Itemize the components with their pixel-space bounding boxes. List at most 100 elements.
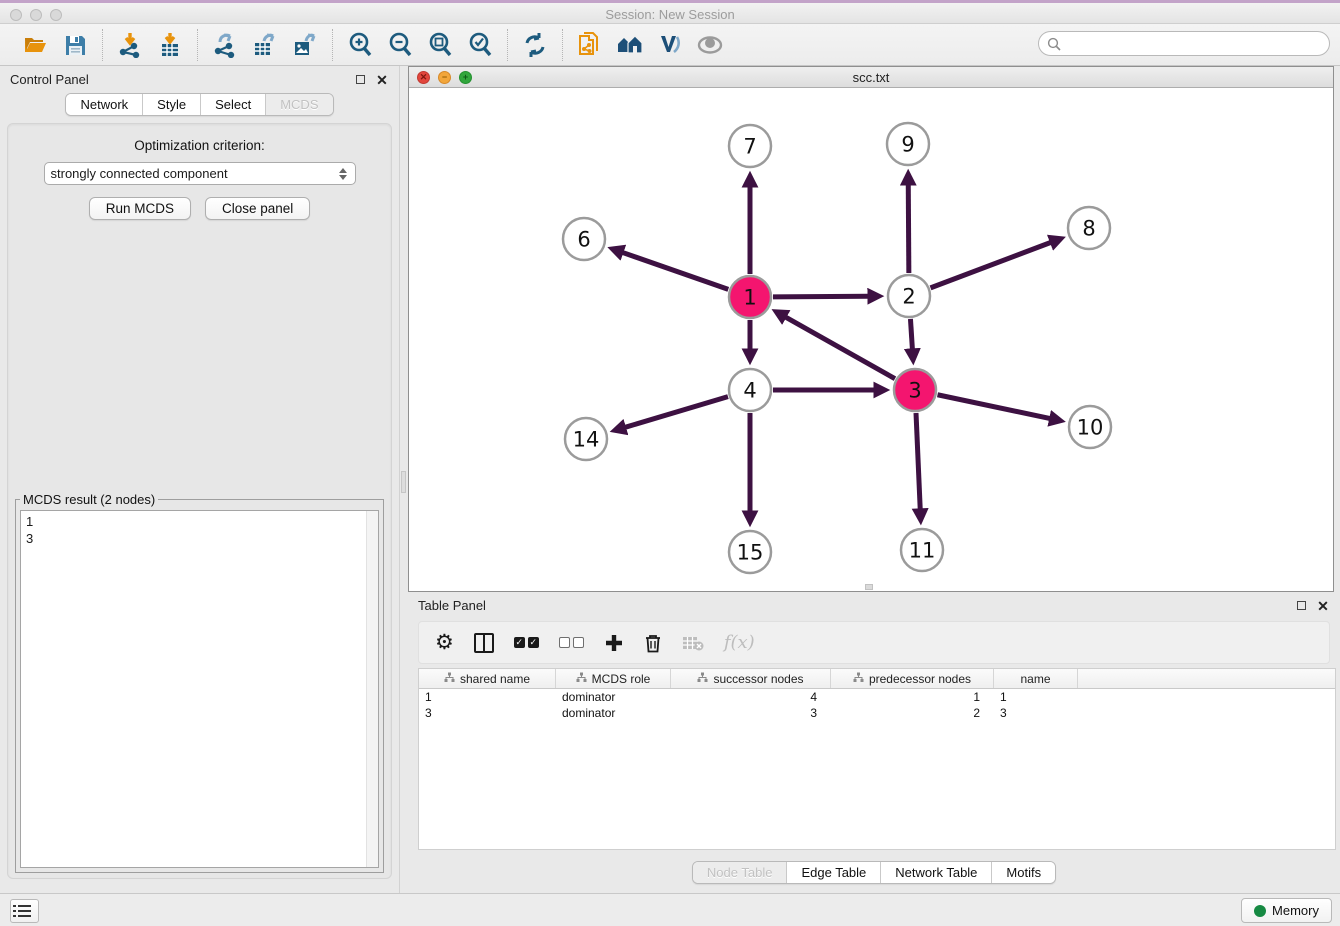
import-network-icon	[117, 32, 143, 58]
table-row-0[interactable]: 1dominator411	[419, 689, 1335, 705]
splitter-handle[interactable]	[865, 584, 873, 590]
panel-splitter[interactable]	[400, 66, 408, 893]
eye-button[interactable]	[693, 29, 727, 61]
export-image-button[interactable]	[288, 29, 322, 61]
import-network-button[interactable]	[113, 29, 147, 61]
zoom-in-icon	[347, 32, 373, 58]
tab-style[interactable]: Style	[143, 94, 201, 115]
open-folder-icon	[22, 32, 48, 58]
close-panel-button2[interactable]: Close panel	[205, 197, 310, 220]
function-builder-button[interactable]: f(x)	[724, 630, 755, 656]
splitter-grip[interactable]	[401, 471, 406, 493]
tab-network-table[interactable]: Network Table	[881, 862, 992, 883]
memory-button[interactable]: Memory	[1241, 898, 1332, 923]
node-table[interactable]: shared nameMCDS rolesuccessor nodesprede…	[418, 668, 1336, 850]
node-label-4: 4	[743, 378, 756, 402]
column-header-successor-nodes[interactable]: successor nodes	[671, 669, 831, 688]
checked-box-icon: ✓	[514, 637, 525, 648]
zoom-fit-button[interactable]	[423, 29, 457, 61]
control-panel-title: Control Panel	[10, 72, 89, 87]
dropdown-stepper-icon	[339, 168, 349, 180]
edge-1-6[interactable]	[622, 252, 729, 289]
edge-1-2[interactable]	[773, 296, 869, 297]
column-selector-button[interactable]	[474, 630, 494, 656]
optimization-criterion-select[interactable]: strongly connected component	[44, 162, 356, 185]
table-row-1[interactable]: 3dominator323	[419, 705, 1335, 721]
node-label-2: 2	[902, 284, 915, 308]
zoom-in-button[interactable]	[343, 29, 377, 61]
tab-edge-table[interactable]: Edge Table	[787, 862, 881, 883]
vizmapper-button[interactable]	[653, 29, 687, 61]
column-header-MCDS-role[interactable]: MCDS role	[556, 669, 671, 688]
cell-successor-nodes[interactable]: 4	[671, 689, 831, 705]
select-all-button[interactable]: ✓ ✓	[514, 630, 539, 656]
search-box[interactable]	[1038, 31, 1330, 56]
task-history-button[interactable]	[10, 899, 39, 923]
cell-predecessor-nodes[interactable]: 2	[831, 705, 994, 721]
new-network-from-selection-icon	[577, 32, 603, 58]
delete-column-button[interactable]	[644, 630, 662, 656]
status-bar: Memory	[0, 893, 1340, 926]
tab-mcds[interactable]: MCDS	[266, 94, 332, 115]
open-file-button[interactable]	[18, 29, 52, 61]
network-graph[interactable]: 7968124314101511	[409, 88, 1333, 591]
edge-2-8[interactable]	[931, 242, 1052, 288]
column-header-name[interactable]: name	[994, 669, 1078, 688]
edge-2-9[interactable]	[908, 184, 909, 273]
zoom-selected-button[interactable]	[463, 29, 497, 61]
result-scrollbar[interactable]	[366, 511, 378, 867]
cell-MCDS-role[interactable]: dominator	[556, 705, 671, 721]
delete-table-button[interactable]	[682, 630, 704, 656]
cell-shared-name[interactable]: 1	[419, 689, 556, 705]
save-session-button[interactable]	[58, 29, 92, 61]
network-window-titlebar[interactable]: ✕ − + scc.txt	[409, 67, 1333, 88]
cell-predecessor-nodes[interactable]: 1	[831, 689, 994, 705]
import-table-button[interactable]	[153, 29, 187, 61]
import-table-icon	[157, 32, 183, 58]
close-panel-button[interactable]: ✕	[375, 73, 389, 87]
node-label-14: 14	[573, 427, 600, 451]
zoom-out-icon	[387, 32, 413, 58]
add-column-button[interactable]	[604, 630, 624, 656]
table-panel-tabs: Node TableEdge TableNetwork TableMotifs	[692, 861, 1056, 884]
network-canvas[interactable]: 7968124314101511	[409, 88, 1333, 591]
node-label-15: 15	[737, 540, 764, 564]
tab-motifs[interactable]: Motifs	[992, 862, 1055, 883]
run-mcds-button[interactable]: Run MCDS	[89, 197, 191, 220]
edge-4-14[interactable]	[624, 397, 728, 428]
table-panel-title: Table Panel	[418, 598, 486, 613]
float-panel-button[interactable]	[353, 73, 367, 87]
cell-shared-name[interactable]: 3	[419, 705, 556, 721]
main-toolbar	[0, 24, 1340, 66]
search-input[interactable]	[1066, 37, 1321, 51]
zoom-out-button[interactable]	[383, 29, 417, 61]
control-panel-tabs: NetworkStyleSelectMCDS	[65, 93, 333, 116]
edge-3-11[interactable]	[916, 413, 920, 510]
cell-name[interactable]: 1	[994, 689, 1078, 705]
column-header-filler	[1078, 669, 1335, 688]
refresh-button[interactable]	[518, 29, 552, 61]
tab-network[interactable]: Network	[66, 94, 143, 115]
mcds-tab-content: Optimization criterion: strongly connect…	[7, 123, 392, 879]
mcds-result-text[interactable]: 1 3	[20, 510, 379, 868]
tab-node-table[interactable]: Node Table	[693, 862, 788, 883]
edge-3-1[interactable]	[785, 317, 895, 379]
export-network-button[interactable]	[208, 29, 242, 61]
column-header-predecessor-nodes[interactable]: predecessor nodes	[831, 669, 994, 688]
zoom-selected-icon	[467, 32, 493, 58]
edge-2-3[interactable]	[910, 319, 912, 350]
float-table-panel-button[interactable]	[1294, 599, 1308, 613]
cell-name[interactable]: 3	[994, 705, 1078, 721]
edge-3-10[interactable]	[938, 395, 1051, 419]
table-settings-button[interactable]: ⚙	[435, 630, 454, 656]
cell-MCDS-role[interactable]: dominator	[556, 689, 671, 705]
new-network-from-selection-button[interactable]	[573, 29, 607, 61]
first-neighbors-button[interactable]	[613, 29, 647, 61]
column-header-shared-name[interactable]: shared name	[419, 669, 556, 688]
export-table-button[interactable]	[248, 29, 282, 61]
trash-icon	[644, 633, 662, 653]
close-table-panel-button[interactable]: ✕	[1316, 599, 1330, 613]
cell-successor-nodes[interactable]: 3	[671, 705, 831, 721]
unselect-all-button[interactable]	[559, 630, 584, 656]
tab-select[interactable]: Select	[201, 94, 266, 115]
